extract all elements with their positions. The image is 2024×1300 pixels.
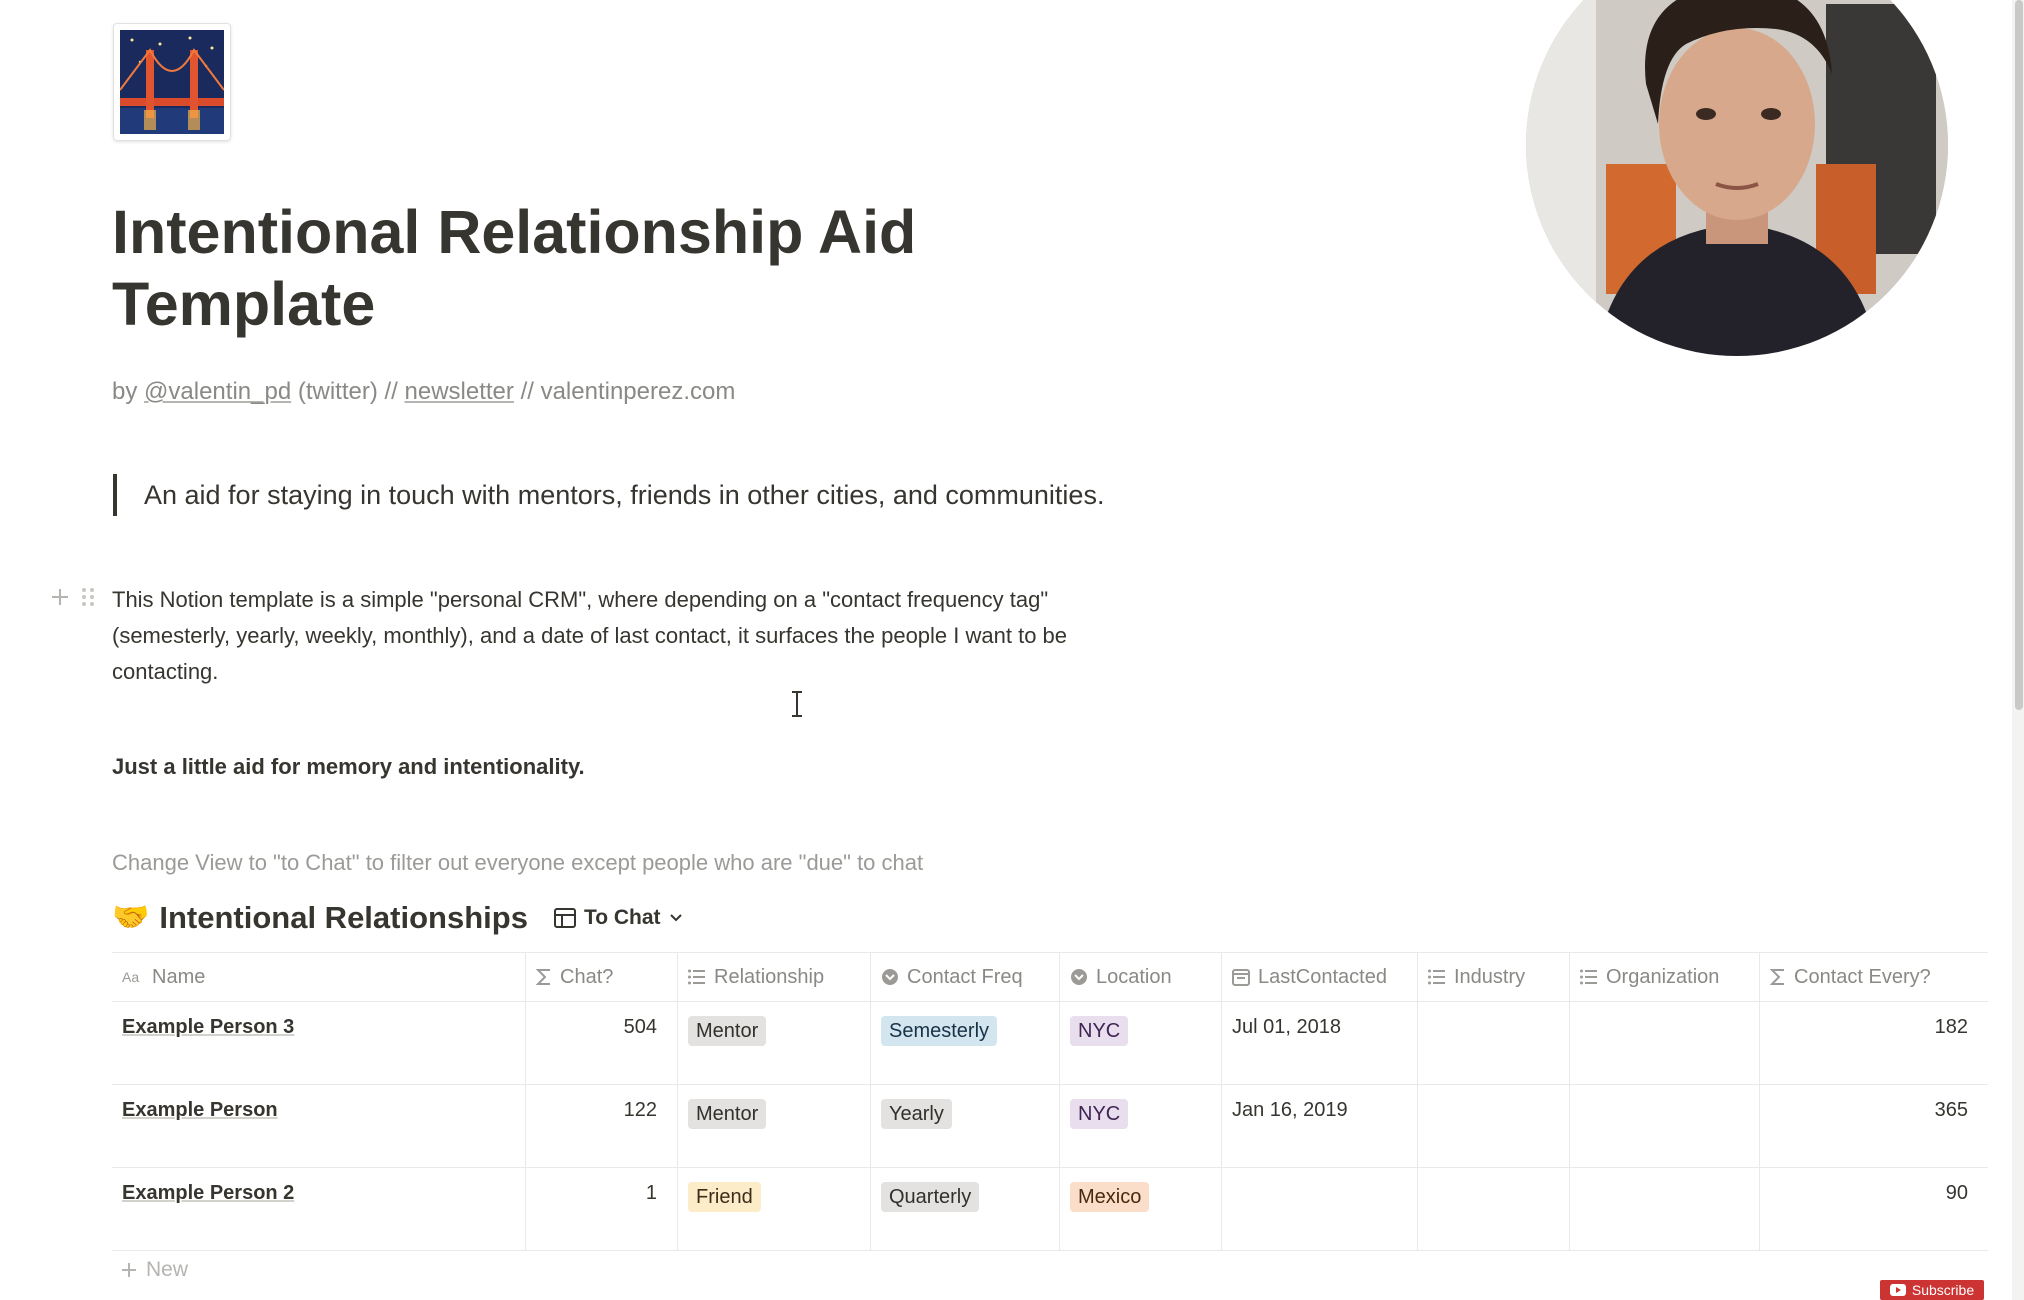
cell-organization[interactable] xyxy=(1570,1168,1760,1250)
table-view-icon xyxy=(553,908,576,928)
database-header: 🤝 Intentional Relationships To Chat xyxy=(112,896,683,940)
select-icon xyxy=(882,969,898,985)
database-title[interactable]: Intentional Relationships xyxy=(159,900,528,936)
twitter-link[interactable]: @valentin_pd xyxy=(144,378,291,405)
contact-freq-tag: Quarterly xyxy=(881,1182,980,1212)
text-cursor-icon xyxy=(792,691,802,717)
multi-select-icon xyxy=(1428,969,1445,985)
play-icon xyxy=(1889,1284,1906,1296)
handshake-icon: 🤝 xyxy=(112,901,150,934)
cell-industry[interactable] xyxy=(1418,1002,1570,1084)
column-header-relationship[interactable]: Relationship xyxy=(678,953,871,1001)
location-tag: NYC xyxy=(1070,1016,1129,1046)
byline: by @valentin_pd (twitter) // newsletter … xyxy=(112,378,735,406)
scrollbar-thumb[interactable] xyxy=(2015,0,2023,710)
select-icon xyxy=(1071,969,1087,985)
cell-organization[interactable] xyxy=(1570,1002,1760,1084)
page-icon[interactable] xyxy=(113,23,231,141)
byline-twitter-note: (twitter) // xyxy=(297,378,398,405)
column-header-location[interactable]: Location xyxy=(1060,953,1222,1001)
cell-chat: 504 xyxy=(526,1002,678,1084)
column-header-last-contacted[interactable]: LastContacted xyxy=(1222,953,1418,1001)
formula-icon xyxy=(1770,969,1784,985)
page-title[interactable]: Intentional Relationship Aid Template xyxy=(112,196,1112,340)
plus-icon xyxy=(122,1263,136,1277)
drag-handle-icon[interactable] xyxy=(81,586,95,608)
column-header-contact-freq[interactable]: Contact Freq xyxy=(871,953,1060,1001)
column-header-name[interactable]: Aa Name xyxy=(112,953,526,1001)
cell-contact-every: 365 xyxy=(1934,1099,1968,1121)
new-row-button[interactable]: New xyxy=(120,1258,188,1282)
cell-name[interactable]: Example Person xyxy=(112,1085,526,1167)
cell-location[interactable]: Mexico xyxy=(1060,1168,1222,1250)
multi-select-icon xyxy=(1580,969,1597,985)
relationship-tag: Mentor xyxy=(688,1099,767,1129)
contact-freq-tag: Semesterly xyxy=(881,1016,998,1046)
bold-statement[interactable]: Just a little aid for memory and intenti… xyxy=(112,752,585,782)
cell-chat: 122 xyxy=(526,1085,678,1167)
formula-icon xyxy=(536,969,550,985)
database-table: Aa Name Chat? Relationship Contact Freq … xyxy=(112,952,1988,1251)
cell-contact-freq[interactable]: Quarterly xyxy=(871,1168,1060,1250)
plus-icon[interactable] xyxy=(49,586,71,608)
table-header-row: Aa Name Chat? Relationship Contact Freq … xyxy=(112,953,1988,1002)
contact-freq-tag: Yearly xyxy=(881,1099,952,1129)
cell-contact-every: 90 xyxy=(1945,1182,1968,1204)
block-handle xyxy=(49,586,95,608)
cell-last-contacted[interactable] xyxy=(1222,1168,1418,1250)
cell-name[interactable]: Example Person 2 xyxy=(112,1168,526,1250)
table-row[interactable]: Example Person 3 504 Mentor Semesterly N… xyxy=(112,1002,1988,1085)
chevron-down-icon xyxy=(669,914,682,922)
newsletter-link[interactable]: newsletter xyxy=(405,378,514,405)
cell-organization[interactable] xyxy=(1570,1085,1760,1167)
cell-relationship[interactable]: Friend xyxy=(678,1168,871,1250)
golden-gate-bridge-icon xyxy=(120,30,224,134)
cell-last-contacted[interactable]: Jul 01, 2018 xyxy=(1222,1002,1418,1084)
relationship-tag: Mentor xyxy=(688,1016,767,1046)
byline-prefix: by xyxy=(112,378,138,405)
view-label: To Chat xyxy=(583,906,661,929)
svg-text:Aa: Aa xyxy=(122,969,139,985)
subscribe-label: Subscribe xyxy=(1911,1282,1975,1298)
view-switcher[interactable]: To Chat xyxy=(553,906,683,930)
location-tag: NYC xyxy=(1070,1099,1129,1129)
column-header-organization[interactable]: Organization xyxy=(1570,953,1760,1001)
cell-last-contacted[interactable]: Jan 16, 2019 xyxy=(1222,1085,1418,1167)
column-header-contact-every[interactable]: Contact Every? xyxy=(1760,953,1988,1001)
cell-contact-freq[interactable]: Yearly xyxy=(871,1085,1060,1167)
cell-location[interactable]: NYC xyxy=(1060,1085,1222,1167)
location-tag: Mexico xyxy=(1070,1182,1150,1212)
cell-relationship[interactable]: Mentor xyxy=(678,1085,871,1167)
view-hint[interactable]: Change View to "to Chat" to filter out e… xyxy=(112,848,923,878)
text-property-icon: Aa xyxy=(122,969,139,985)
column-header-industry[interactable]: Industry xyxy=(1418,953,1570,1001)
cell-chat: 1 xyxy=(526,1168,678,1250)
quote-block[interactable]: An aid for staying in touch with mentors… xyxy=(113,474,1104,516)
column-header-chat[interactable]: Chat? xyxy=(526,953,678,1001)
table-row[interactable]: Example Person 2 1 Friend Quarterly Mexi… xyxy=(112,1168,1988,1251)
multi-select-icon xyxy=(688,969,705,985)
cell-location[interactable]: NYC xyxy=(1060,1002,1222,1084)
cell-relationship[interactable]: Mentor xyxy=(678,1002,871,1084)
cell-industry[interactable] xyxy=(1418,1085,1570,1167)
cell-contact-every: 182 xyxy=(1934,1016,1968,1038)
subscribe-button[interactable]: Subscribe xyxy=(1880,1280,1984,1300)
table-row[interactable]: Example Person 122 Mentor Yearly NYC Jan… xyxy=(112,1085,1988,1168)
byline-site: // valentinperez.com xyxy=(520,378,736,405)
presenter-webcam xyxy=(1526,0,1948,356)
relationship-tag: Friend xyxy=(688,1182,761,1212)
cell-industry[interactable] xyxy=(1418,1168,1570,1250)
cell-name[interactable]: Example Person 3 xyxy=(112,1002,526,1084)
date-icon xyxy=(1232,969,1250,986)
new-row-label: New xyxy=(146,1258,189,1281)
description-paragraph[interactable]: This Notion template is a simple "person… xyxy=(112,582,1152,690)
cell-contact-freq[interactable]: Semesterly xyxy=(871,1002,1060,1084)
presenter-avatar xyxy=(1526,0,1948,356)
